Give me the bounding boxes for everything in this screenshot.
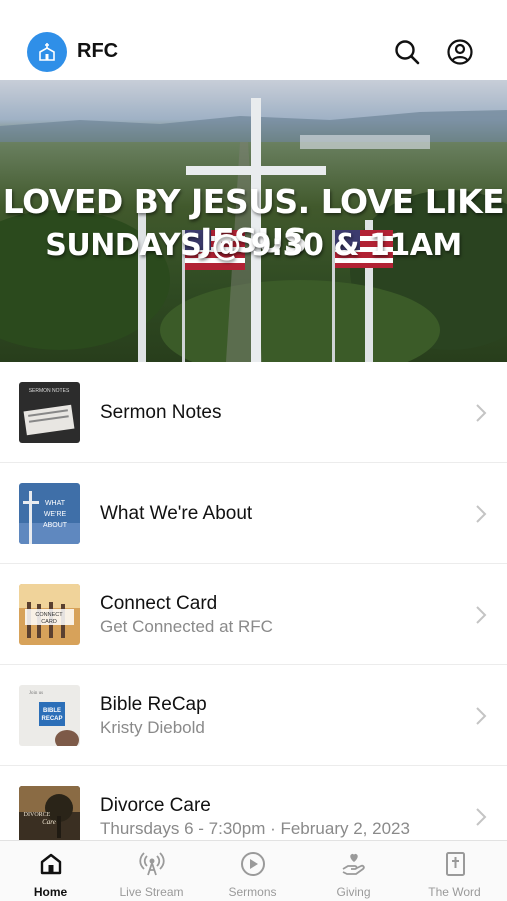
svg-text:WE'RE: WE'RE — [44, 511, 67, 518]
item-title: What We're About — [100, 503, 253, 524]
profile-icon[interactable] — [446, 38, 474, 66]
item-title: Divorce Care — [100, 795, 211, 816]
item-subtitle: Get Connected at RFC — [100, 617, 273, 636]
list-item-sermon-notes[interactable]: SERMON NOTES Sermon Notes — [0, 362, 507, 463]
tab-live-stream[interactable]: Live Stream — [101, 841, 202, 901]
svg-text:CONNECT: CONNECT — [35, 612, 63, 618]
home-icon — [40, 853, 62, 875]
svg-text:WHAT: WHAT — [45, 500, 66, 507]
hero-banner[interactable]: LOVED BY JESUS. LOVE LIKE JESUS SUNDAYS … — [0, 80, 507, 362]
what-were-about-thumbnail: WHAT WE'RE ABOUT — [19, 483, 80, 544]
tab-label: The Word — [428, 885, 481, 899]
tab-the-word[interactable]: The Word — [404, 841, 505, 901]
connect-card-thumbnail: CONNECT CARD — [19, 584, 80, 645]
svg-text:SERMON NOTES: SERMON NOTES — [29, 388, 70, 394]
list-item-what-were-about[interactable]: WHAT WE'RE ABOUT What We're About — [0, 463, 507, 564]
content-list: SERMON NOTES Sermon Notes WHAT WE'RE ABO… — [0, 362, 507, 867]
giving-hand-icon — [342, 853, 365, 875]
chevron-right-icon — [474, 604, 488, 626]
svg-text:CARD: CARD — [41, 619, 57, 625]
bible-recap-thumbnail: BIBLE RECAP Join us — [19, 685, 80, 746]
chevron-right-icon — [474, 705, 488, 727]
list-item-bible-recap[interactable]: BIBLE RECAP Join us Bible ReCap Kristy D… — [0, 665, 507, 766]
bottom-tab-bar: Home Live Stream Sermons Giving The Word — [0, 840, 507, 901]
item-subtitle: Kristy Diebold — [100, 718, 205, 737]
chevron-right-icon — [474, 503, 488, 525]
play-icon — [241, 852, 265, 876]
svg-text:BIBLE: BIBLE — [43, 708, 61, 714]
list-item-connect-card[interactable]: CONNECT CARD Connect Card Get Connected … — [0, 564, 507, 665]
svg-text:ABOUT: ABOUT — [43, 522, 68, 529]
sermon-notes-thumbnail: SERMON NOTES — [19, 382, 80, 443]
tab-label: Live Stream — [119, 885, 184, 899]
tab-label: Sermons — [228, 885, 277, 899]
item-title: Sermon Notes — [100, 402, 222, 423]
item-title: Bible ReCap — [100, 694, 207, 715]
church-logo-icon[interactable] — [27, 32, 67, 72]
chevron-right-icon — [474, 806, 488, 828]
tab-giving[interactable]: Giving — [303, 841, 404, 901]
app-header: RFC — [0, 0, 507, 81]
broadcast-icon — [139, 852, 165, 876]
chevron-right-icon — [474, 402, 488, 424]
bible-icon — [446, 852, 465, 876]
divorce-care-thumbnail: DIVORCE Care — [19, 786, 80, 847]
svg-text:Join us: Join us — [29, 691, 43, 696]
item-subtitle: Thursdays 6 - 7:30pm · February 2, 2023 — [100, 819, 410, 838]
search-icon[interactable] — [393, 38, 421, 66]
hero-service-times: SUNDAYS @ 9:30 & 11AM — [45, 228, 462, 263]
svg-text:Care: Care — [42, 818, 56, 826]
tab-home[interactable]: Home — [0, 841, 101, 901]
tab-label: Home — [33, 885, 68, 899]
tab-label: Giving — [336, 885, 371, 899]
app-title: RFC — [77, 40, 119, 62]
tab-sermons[interactable]: Sermons — [202, 841, 303, 901]
item-title: Connect Card — [100, 593, 218, 614]
svg-text:RECAP: RECAP — [41, 716, 62, 722]
